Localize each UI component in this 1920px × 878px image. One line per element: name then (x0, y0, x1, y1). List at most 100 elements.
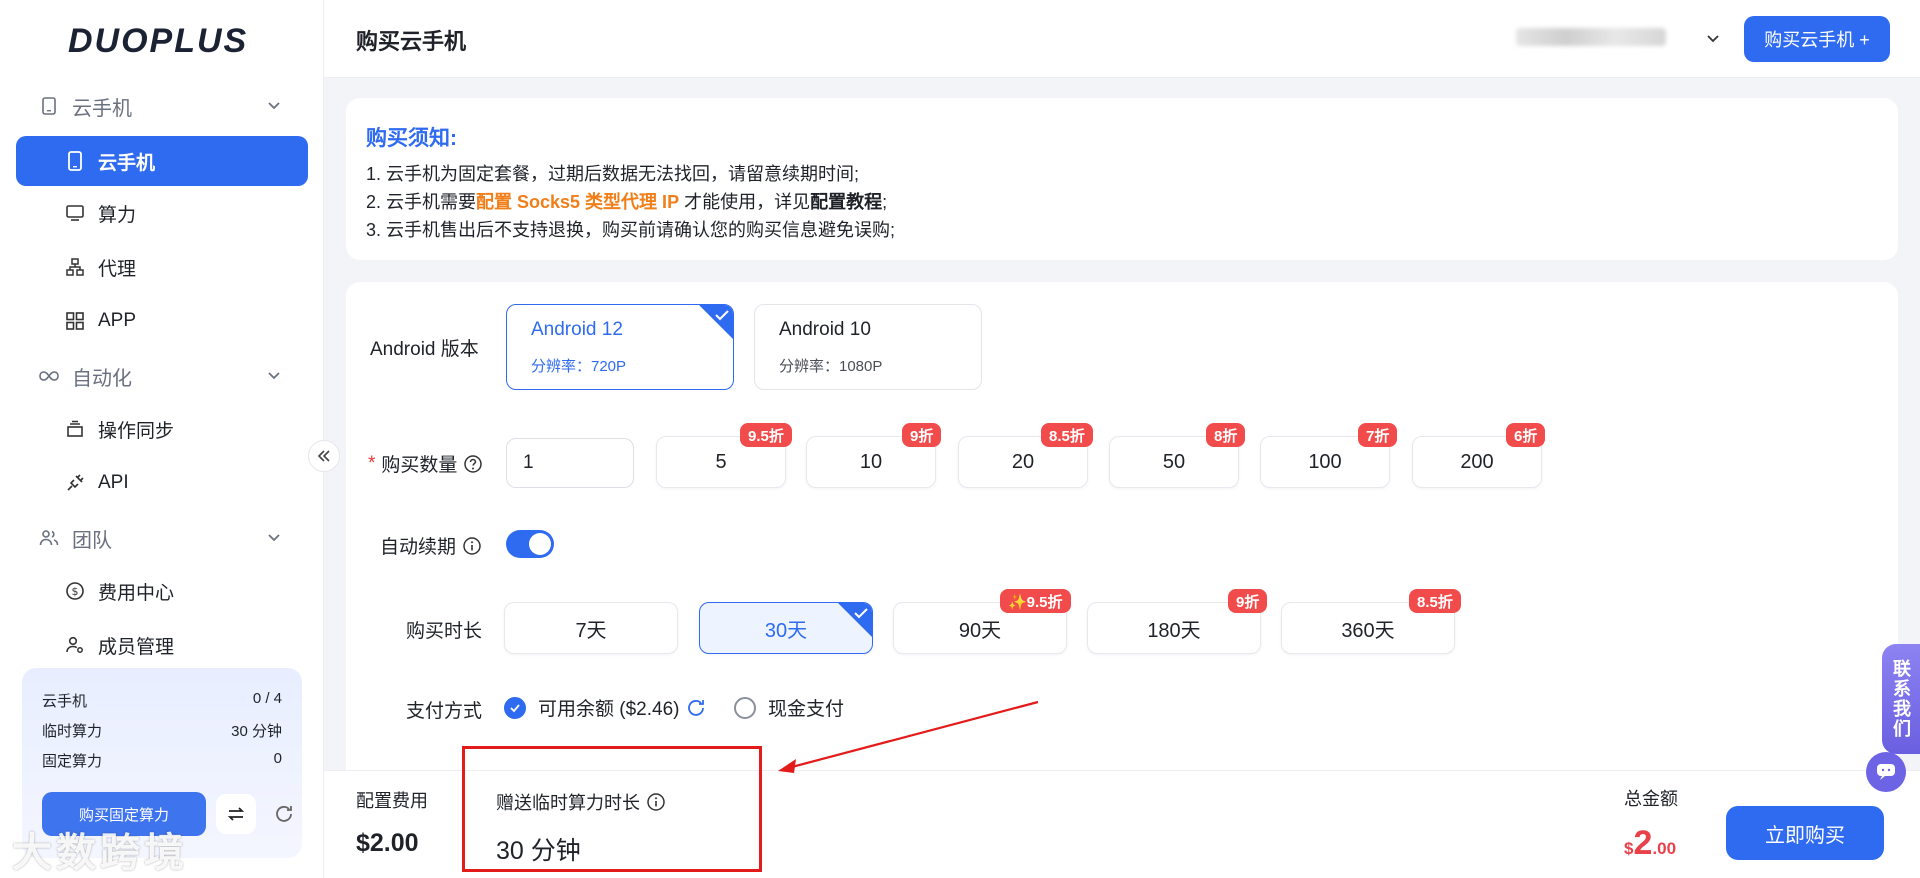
collapse-sidebar-button[interactable] (308, 440, 340, 472)
contact-us-tab[interactable]: 联系我们 (1882, 644, 1920, 754)
version-option-android12[interactable]: Android 12 分辨率：720P (506, 304, 734, 390)
chevron-down-icon (268, 534, 280, 542)
button-label: 购买云手机 + (1764, 30, 1870, 50)
version-name: Android 10 (779, 319, 871, 340)
required-mark: * (368, 452, 376, 474)
discount-badge: 8.5折 (1409, 589, 1461, 613)
stack-icon (64, 418, 86, 440)
check-icon (715, 310, 729, 321)
option-label: 100 (1308, 450, 1342, 473)
nav-group-label: 团队 (72, 529, 112, 552)
svg-text:$: $ (72, 585, 79, 598)
quota-row: 固定算力 0 (42, 750, 282, 771)
notice-title: 购买须知: (366, 127, 457, 150)
refresh-icon[interactable] (268, 798, 300, 830)
radio-checked-icon (504, 696, 526, 719)
android-version-label: Android 版本 (370, 339, 479, 360)
page-title: 购买云手机 (356, 29, 467, 54)
annotation-highlight-box (462, 746, 762, 872)
buy-cloud-phone-button[interactable]: 购买云手机 + (1744, 16, 1890, 62)
buy-now-button[interactable]: 立即购买 (1726, 806, 1884, 860)
auto-renew-toggle[interactable] (506, 530, 554, 558)
payment-option-label: 可用余额 ($2.46) (538, 699, 680, 720)
sidebar-item-label: API (98, 472, 129, 493)
sidebar-item-proxy[interactable]: 代理 (16, 242, 308, 292)
payment-option-balance[interactable]: 可用余额 ($2.46) (504, 694, 707, 721)
plug-icon (64, 472, 86, 494)
sidebar-item-app[interactable]: APP (16, 296, 308, 346)
nav-group-cloud-phone[interactable]: 云手机 (0, 80, 324, 132)
quota-label: 云手机 (42, 693, 88, 710)
option-label: 7天 (575, 619, 607, 642)
chevron-down-icon (268, 102, 280, 110)
quota-value: 30 分钟 (231, 723, 282, 740)
sidebar-item-label: 云手机 (98, 152, 156, 174)
notice-line: 3. 云手机售出后不支持退换，购买前请确认您的购买信息避免误购; (366, 220, 896, 240)
option-label: 360天 (1341, 619, 1395, 642)
version-resolution: 分辨率：1080P (779, 358, 883, 375)
notice-text: 才能使用，详见 (679, 192, 811, 212)
phone-icon (64, 150, 86, 172)
config-fee-label: 配置费用 (356, 791, 428, 811)
phone-icon (38, 95, 60, 117)
payment-label: 支付方式 (406, 701, 483, 722)
discount-badge: 9折 (1228, 589, 1268, 613)
option-label: 20 (1011, 450, 1035, 473)
sidebar-item-compute[interactable]: 算力 (16, 188, 308, 238)
option-label: 30天 (764, 619, 808, 642)
config-tutorial-link[interactable]: 配置教程 (810, 192, 882, 212)
sidebar-item-billing[interactable]: $ 费用中心 (16, 566, 308, 616)
sidebar-item-members[interactable]: 成员管理 (16, 620, 308, 670)
auto-renew-label-text: 自动续期 (380, 537, 457, 558)
total-integer: 2 (1633, 824, 1653, 862)
payment-option-cash[interactable]: 现金支付 (734, 694, 844, 721)
duoplus-logo[interactable]: DUOPLUS (68, 22, 248, 61)
discount-badge: 8折 (1206, 423, 1246, 447)
quantity-label: * 购买数量 (368, 450, 483, 477)
users-icon (38, 527, 60, 549)
quota-value: 0 / 4 (252, 690, 282, 707)
chevron-down-icon (268, 372, 280, 380)
nav-group-team[interactable]: 团队 (0, 512, 324, 564)
network-icon (64, 256, 86, 278)
notice-text: ; (882, 192, 888, 212)
quota-row: 临时算力 30 分钟 (42, 720, 282, 741)
swap-icon[interactable] (216, 794, 256, 834)
refresh-icon[interactable] (685, 697, 707, 719)
sidebar-item-label: 成员管理 (98, 636, 175, 658)
duration-option[interactable]: 30天 (699, 602, 873, 654)
check-icon (854, 608, 868, 619)
discount-badge: 7折 (1358, 423, 1398, 447)
help-icon[interactable] (463, 454, 483, 474)
logo-text: DUOPLUS (68, 22, 249, 60)
version-option-android10[interactable]: Android 10 分辨率：1080P (754, 304, 982, 390)
contact-label: 联系我们 (1891, 659, 1911, 739)
nav-group-label: 云手机 (72, 97, 132, 120)
chat-icon[interactable] (1866, 752, 1906, 792)
option-label: 10 (859, 450, 883, 473)
option-label: 5 (715, 450, 727, 473)
user-name-blurred[interactable] (1516, 28, 1666, 46)
total-amount: $2.00 (1624, 824, 1676, 863)
quota-label: 临时算力 (42, 723, 103, 740)
version-resolution: 分辨率：720P (531, 358, 627, 375)
sidebar-item-label: 算力 (98, 204, 137, 226)
discount-badge: 8.5折 (1041, 423, 1093, 447)
option-label: 180天 (1147, 619, 1201, 642)
quota-row: 云手机 0 / 4 (42, 690, 282, 711)
discount-badge: 6折 (1506, 423, 1546, 447)
chevron-down-icon[interactable] (1704, 30, 1722, 48)
purchase-notice: 购买须知: 1. 云手机为固定套餐，过期后数据无法找回，请留意续期时间; 2. … (346, 98, 1898, 260)
info-icon[interactable] (462, 536, 482, 556)
sidebar-item-api[interactable]: API (16, 458, 308, 508)
sidebar-item-sync[interactable]: 操作同步 (16, 404, 308, 454)
proxy-requirement-highlight: 配置 Socks5 类型代理 IP (476, 192, 680, 212)
sidebar-item-cloud-phone[interactable]: 云手机 (16, 136, 308, 186)
monitor-icon (64, 202, 86, 224)
option-label: 50 (1162, 450, 1186, 473)
user-settings-icon (64, 634, 86, 656)
duration-option[interactable]: 7天 (504, 602, 678, 654)
discount-badge: 9折 (902, 423, 942, 447)
nav-group-automation[interactable]: 自动化 (0, 350, 324, 402)
quantity-input[interactable]: 1 (506, 438, 634, 488)
